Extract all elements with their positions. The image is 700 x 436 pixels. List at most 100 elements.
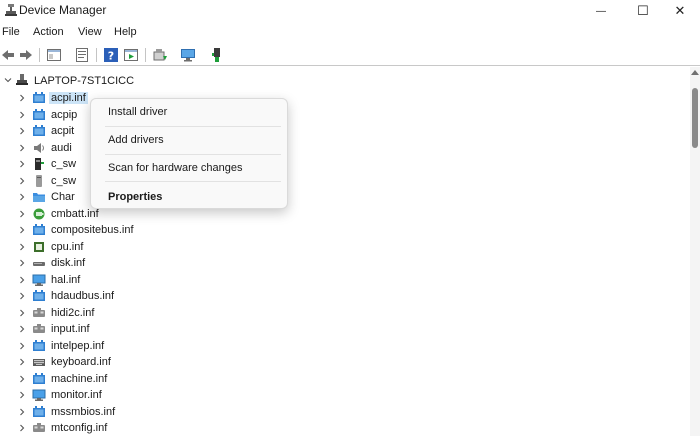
minimize-icon: —	[596, 5, 606, 17]
chevron-right-icon[interactable]	[18, 160, 26, 168]
chevron-right-icon[interactable]	[18, 424, 26, 432]
tree-node[interactable]: machine.inf	[0, 371, 300, 387]
tree-node-label: intelpep.inf	[51, 339, 105, 352]
tree-node[interactable]: compositebus.inf	[0, 222, 300, 238]
menu-item-add-drivers[interactable]: Add drivers	[108, 134, 164, 146]
close-icon: ✕	[674, 3, 686, 18]
tree-node[interactable]: cpu.inf	[0, 239, 300, 255]
chevron-right-icon[interactable]	[18, 408, 26, 416]
scroll-up-icon[interactable]	[691, 70, 699, 75]
hid-device-icon	[33, 307, 45, 317]
context-menu: Install driver Add drivers Scan for hard…	[90, 98, 288, 209]
maximize-icon: ☐	[637, 3, 649, 18]
tree-node[interactable]: input.inf	[0, 321, 300, 337]
tree-node-label: acpip	[51, 108, 78, 121]
chevron-right-icon[interactable]	[18, 210, 26, 218]
forward-arrow-icon[interactable]	[18, 47, 34, 63]
tree-node-label: c_sw	[51, 158, 77, 170]
tree-node-label: mtconfig.inf	[51, 422, 108, 434]
monitor-computer-icon	[32, 389, 46, 401]
device-manager-app-icon	[5, 4, 17, 16]
menu-item-scan-hardware[interactable]: Scan for hardware changes	[108, 162, 243, 174]
tree-node-label: compositebus.inf	[51, 224, 134, 236]
tree-node-label: mssmbios.inf	[51, 405, 116, 418]
tree-node-label: Char	[51, 191, 75, 203]
add-legacy-hardware-icon[interactable]	[209, 47, 225, 63]
scrollbar-thumb[interactable]	[692, 88, 698, 148]
tree-node[interactable]: hal.inf	[0, 272, 300, 288]
run-action-icon[interactable]	[123, 47, 139, 63]
chevron-right-icon[interactable]	[18, 193, 26, 201]
battery-icon	[33, 208, 45, 219]
menu-file[interactable]: File	[2, 26, 20, 38]
audio-speaker-icon	[34, 142, 44, 153]
close-button[interactable]: ✕	[660, 0, 700, 22]
menu-bar: File Action View Help	[0, 24, 700, 42]
toolbar-separator	[39, 48, 40, 62]
vertical-scrollbar[interactable]	[690, 67, 700, 436]
monitor-computer-icon	[32, 274, 46, 286]
menu-view[interactable]: View	[78, 26, 102, 38]
software-component-icon	[35, 158, 44, 170]
disk-drive-icon	[33, 262, 45, 266]
acpi-device-icon	[33, 224, 45, 235]
menu-separator	[105, 126, 281, 127]
hid-device-icon	[33, 423, 45, 432]
properties-icon[interactable]	[74, 47, 90, 63]
tree-node-label: audi	[51, 141, 72, 154]
help-icon[interactable]: ?	[103, 47, 119, 63]
tree-node[interactable]: disk.inf	[0, 255, 300, 271]
tree-node[interactable]: intelpep.inf	[0, 338, 300, 354]
tree-root-label: LAPTOP-7ST1CICC	[34, 75, 135, 87]
window-title: Device Manager	[19, 3, 107, 17]
chevron-right-icon[interactable]	[18, 177, 26, 185]
chevron-right-icon[interactable]	[18, 358, 26, 366]
minimize-button[interactable]: —	[578, 0, 624, 22]
show-hide-console-tree-icon[interactable]	[46, 47, 62, 63]
menu-item-properties[interactable]: Properties	[108, 191, 162, 203]
chevron-right-icon[interactable]	[18, 243, 26, 251]
tree-node-label: cmbatt.inf	[51, 207, 99, 220]
folder-icon	[33, 193, 45, 202]
chevron-right-icon[interactable]	[18, 144, 26, 152]
back-arrow-icon[interactable]	[0, 47, 16, 63]
chevron-right-icon[interactable]	[18, 94, 26, 102]
chevron-right-icon[interactable]	[18, 309, 26, 317]
update-driver-icon[interactable]	[152, 47, 168, 63]
toolbar: ?	[0, 44, 700, 66]
tree-node-label: cpu.inf	[51, 240, 84, 253]
chevron-right-icon[interactable]	[18, 276, 26, 284]
menu-separator	[105, 154, 281, 155]
chevron-right-icon[interactable]	[18, 292, 26, 300]
tree-node[interactable]: monitor.inf	[0, 387, 300, 403]
tree-node-label: disk.inf	[51, 257, 86, 269]
chevron-down-icon[interactable]	[4, 76, 12, 84]
chevron-right-icon[interactable]	[18, 226, 26, 234]
toolbar-separator	[145, 48, 146, 62]
scan-hardware-icon[interactable]	[180, 47, 196, 63]
computer-icon	[16, 74, 28, 85]
chevron-right-icon[interactable]	[18, 111, 26, 119]
chevron-right-icon[interactable]	[18, 375, 26, 383]
software-device-icon	[36, 174, 42, 187]
chevron-right-icon[interactable]	[18, 259, 26, 267]
tree-node-label: input.inf	[51, 323, 90, 335]
chevron-right-icon[interactable]	[18, 127, 26, 135]
tree-node[interactable]: keyboard.inf	[0, 354, 300, 370]
tree-node[interactable]: mtconfig.inf	[0, 420, 300, 436]
tree-node-label: hidi2c.inf	[51, 306, 95, 319]
tree-node[interactable]: hdaudbus.inf	[0, 288, 300, 304]
tree-node-label: monitor.inf	[51, 389, 102, 401]
tree-node-label: machine.inf	[51, 372, 108, 385]
tree-node[interactable]: hidi2c.inf	[0, 305, 300, 321]
chevron-right-icon[interactable]	[18, 325, 26, 333]
tree-root-node[interactable]: LAPTOP-7ST1CICC	[0, 73, 300, 89]
menu-help[interactable]: Help	[114, 26, 137, 38]
menu-item-install-driver[interactable]: Install driver	[108, 106, 167, 118]
chevron-right-icon[interactable]	[18, 342, 26, 350]
tree-node-label: acpi.inf	[49, 92, 88, 104]
menu-action[interactable]: Action	[33, 26, 64, 38]
tree-node[interactable]: mssmbios.inf	[0, 404, 300, 420]
acpi-device-icon	[33, 405, 45, 417]
chevron-right-icon[interactable]	[18, 391, 26, 399]
